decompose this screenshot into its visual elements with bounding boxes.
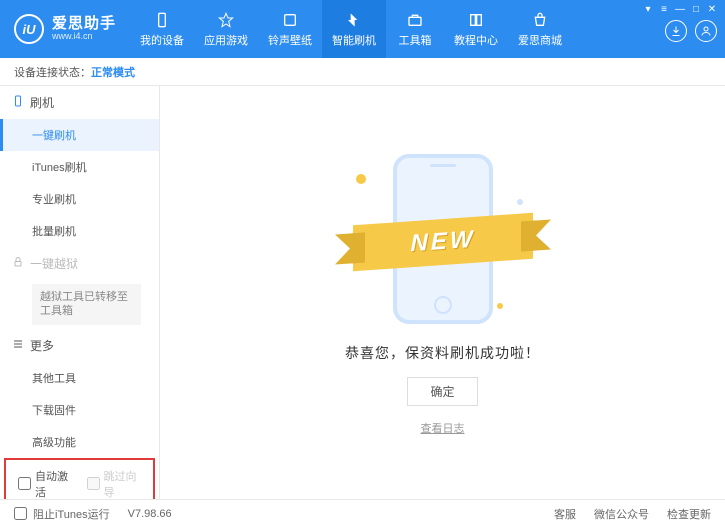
sidebar-item-pro-flash[interactable]: 专业刷机 xyxy=(0,183,159,215)
nav-label: 爱思商城 xyxy=(518,32,562,48)
close-button[interactable]: ✕ xyxy=(707,4,717,14)
success-illustration: NEW xyxy=(338,149,548,329)
lock-icon xyxy=(12,256,24,271)
nav-tutorials[interactable]: 教程中心 xyxy=(444,0,508,58)
auto-activate-checkbox[interactable]: 自动激活 xyxy=(18,468,73,499)
nav-label: 我的设备 xyxy=(140,32,184,48)
book-icon xyxy=(467,11,485,29)
ok-button[interactable]: 确定 xyxy=(407,377,477,406)
nav-toolbox[interactable]: 工具箱 xyxy=(386,0,444,58)
sidebar-item-batch-flash[interactable]: 批量刷机 xyxy=(0,215,159,247)
nav-label: 教程中心 xyxy=(454,32,498,48)
nav-smart-flash[interactable]: 智能刷机 xyxy=(322,0,386,58)
app-url: www.i4.cn xyxy=(52,32,116,42)
sidebar-item-other-tools[interactable]: 其他工具 xyxy=(0,362,159,394)
jailbreak-note: 越狱工具已转移至工具箱 xyxy=(32,284,141,325)
window-controls: ▾ ≡ — □ ✕ xyxy=(643,0,725,58)
maximize-button[interactable]: □ xyxy=(691,4,701,14)
device-status-bar: 设备连接状态： 正常模式 xyxy=(0,58,725,86)
sidebar: 刷机 一键刷机 iTunes刷机 专业刷机 批量刷机 一键越狱 越狱工具已转移至… xyxy=(0,86,160,499)
app-icon xyxy=(217,11,235,29)
toolbox-icon xyxy=(406,11,424,29)
status-label: 设备连接状态： xyxy=(14,64,91,80)
sidebar-item-advanced[interactable]: 高级功能 xyxy=(0,426,159,458)
sparkle-icon xyxy=(356,174,366,184)
new-ribbon: NEW xyxy=(353,213,533,272)
footer-bar: 阻止iTunes运行 V7.98.66 客服 微信公众号 检查更新 xyxy=(0,499,725,527)
menu-icon[interactable]: ≡ xyxy=(659,4,669,14)
sidebar-item-itunes-flash[interactable]: iTunes刷机 xyxy=(0,151,159,183)
group-label: 刷机 xyxy=(30,94,54,111)
flash-icon xyxy=(345,11,363,29)
options-row: 自动激活 跳过向导 xyxy=(4,458,155,499)
more-icon xyxy=(12,338,24,353)
app-title: 爱思助手 xyxy=(52,16,116,33)
sidebar-group-more[interactable]: 更多 xyxy=(0,329,159,362)
top-nav: 我的设备 应用游戏 铃声壁纸 智能刷机 工具箱 教程中心 爱思商城 xyxy=(130,0,643,58)
user-button[interactable] xyxy=(695,20,717,42)
sidebar-item-one-click-flash[interactable]: 一键刷机 xyxy=(0,119,159,151)
sidebar-group-flash[interactable]: 刷机 xyxy=(0,86,159,119)
footer-link-wechat[interactable]: 微信公众号 xyxy=(594,506,649,522)
nav-label: 智能刷机 xyxy=(332,32,376,48)
minimize-button[interactable]: — xyxy=(675,4,685,14)
download-button[interactable] xyxy=(665,20,687,42)
status-mode: 正常模式 xyxy=(91,64,135,80)
app-logo: iU 爱思助手 www.i4.cn xyxy=(0,0,130,58)
group-label: 一键越狱 xyxy=(30,255,78,272)
version-label: V7.98.66 xyxy=(128,508,172,520)
success-message: 恭喜您，保资料刷机成功啦！ xyxy=(345,343,540,363)
skip-guide-checkbox[interactable]: 跳过向导 xyxy=(87,468,142,499)
group-label: 更多 xyxy=(30,337,54,354)
block-itunes-checkbox[interactable]: 阻止iTunes运行 xyxy=(14,506,110,522)
sidebar-item-download-firmware[interactable]: 下载固件 xyxy=(0,394,159,426)
nav-store[interactable]: 爱思商城 xyxy=(508,0,572,58)
footer-link-update[interactable]: 检查更新 xyxy=(667,506,711,522)
title-bar: iU 爱思助手 www.i4.cn 我的设备 应用游戏 铃声壁纸 智能刷机 工具… xyxy=(0,0,725,58)
nav-label: 工具箱 xyxy=(399,32,432,48)
dropdown-icon[interactable]: ▾ xyxy=(643,4,653,14)
phone-icon xyxy=(153,11,171,29)
main-content: NEW 恭喜您，保资料刷机成功啦！ 确定 查看日志 xyxy=(160,86,725,499)
nav-ringtones-wallpapers[interactable]: 铃声壁纸 xyxy=(258,0,322,58)
nav-my-device[interactable]: 我的设备 xyxy=(130,0,194,58)
view-log-link[interactable]: 查看日志 xyxy=(421,420,465,436)
footer-link-support[interactable]: 客服 xyxy=(554,506,576,522)
phone-flash-icon xyxy=(12,95,24,110)
logo-icon: iU xyxy=(14,14,44,44)
sidebar-group-jailbreak: 一键越狱 xyxy=(0,247,159,280)
nav-label: 应用游戏 xyxy=(204,32,248,48)
sparkle-icon xyxy=(517,199,523,205)
shop-icon xyxy=(531,11,549,29)
nav-apps-games[interactable]: 应用游戏 xyxy=(194,0,258,58)
nav-label: 铃声壁纸 xyxy=(268,32,312,48)
sparkle-icon xyxy=(497,303,503,309)
media-icon xyxy=(281,11,299,29)
